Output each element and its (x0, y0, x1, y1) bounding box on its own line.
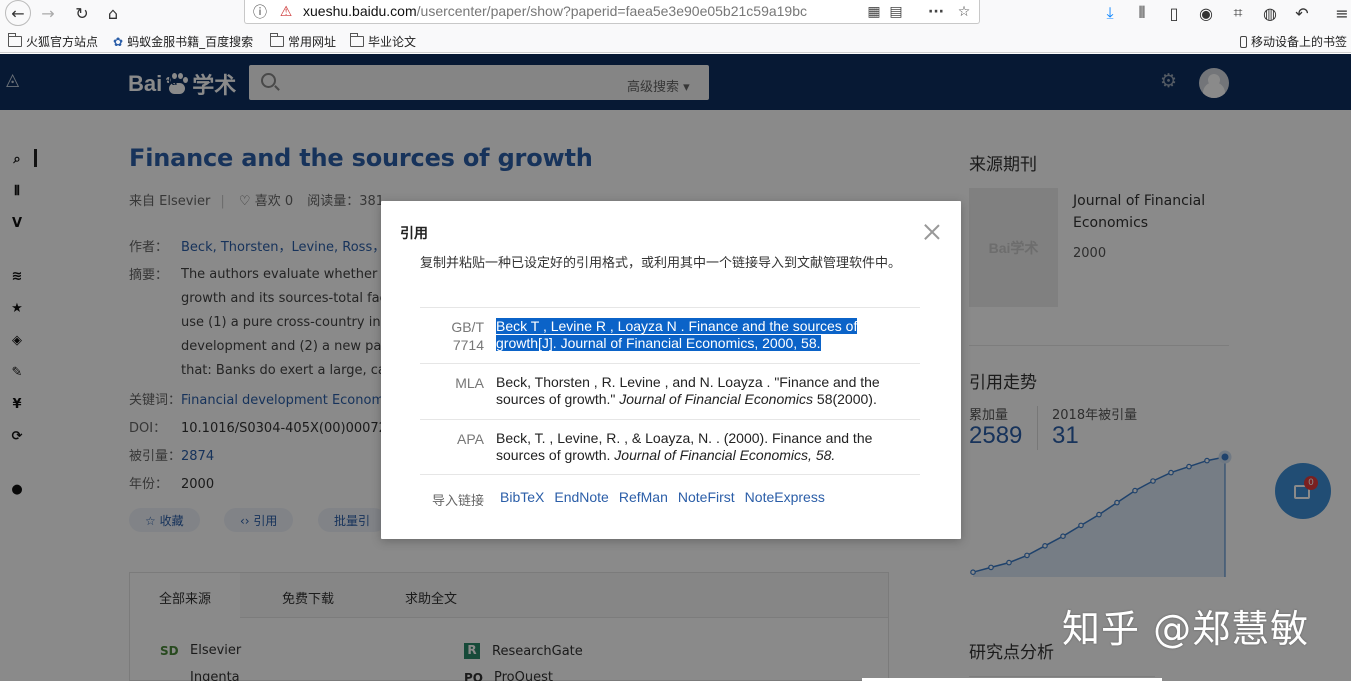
bookmark-link[interactable]: ✿ 蚂蚁金服书籍_百度搜索 (113, 33, 253, 50)
undo-icon[interactable]: ↶ (1290, 2, 1314, 24)
bookmark-folder[interactable]: 火狐官方站点 (8, 33, 98, 50)
citation-row-mla: MLA Beck, Thorsten , R. Levine , and N. … (420, 363, 920, 419)
bookmark-label: 火狐官方站点 (26, 35, 99, 49)
citation-row-gbt: GB/T 7714 Beck T , Levine R , Loayza N .… (420, 307, 920, 363)
citation-part: 58(2000). (813, 391, 877, 407)
page: ◬ Bai du 学术 高级搜索 ▾ ⚙ ⌕ ⫴ V ≋ ★ ◈ ✎ ¥ ⟳ ●… (0, 54, 1351, 681)
bookmarks-bar: 火狐官方站点 ✿ 蚂蚁金服书籍_百度搜索 常用网址 毕业论文 移动设备上的书签 (0, 28, 1351, 53)
forward-icon[interactable]: → (36, 2, 60, 24)
folder-icon (350, 33, 364, 47)
home-icon[interactable]: ⌂ (101, 2, 125, 24)
crop-icon[interactable]: ⌗ (1226, 2, 1250, 24)
noteexpress-link[interactable]: NoteExpress (745, 489, 825, 505)
library-icon[interactable]: ⫴ (1130, 2, 1154, 24)
citation-journal: Journal of Financial Economics, 58. (614, 447, 836, 463)
bibtex-link[interactable]: BibTeX (500, 489, 544, 505)
insecure-lock-icon[interactable]: ⚠ (277, 3, 295, 21)
bookmark-folder[interactable]: 常用网址 (270, 33, 336, 50)
url-text[interactable]: xueshu.baidu.com/usercenter/paper/show?p… (303, 3, 838, 19)
qr-code-icon[interactable]: ▦ (865, 3, 883, 21)
sidebar-icon[interactable]: ▯ (1162, 2, 1186, 24)
citation-modal: 引用 复制并粘贴一种已设定好的引用格式，或利用其中一个链接导入到文献管理软件中。… (381, 201, 961, 539)
download-icon[interactable]: ⤓ (1098, 2, 1122, 24)
citation-text[interactable]: Beck, Thorsten , R. Levine , and N. Loay… (496, 374, 916, 408)
mobile-bookmarks[interactable]: 移动设备上的书签 (1240, 33, 1347, 50)
citation-format: APA (457, 431, 484, 447)
folder-icon (8, 33, 22, 47)
phone-icon (1240, 35, 1247, 48)
citation-format: GB/T 7714 (451, 319, 484, 353)
paw-icon: ✿ (113, 34, 124, 49)
refman-link[interactable]: RefMan (619, 489, 668, 505)
citation-journal: Journal of Financial Economics (619, 391, 814, 407)
menu-icon[interactable]: ≡ (1330, 2, 1351, 24)
modal-description: 复制并粘贴一种已设定好的引用格式，或利用其中一个链接导入到文献管理软件中。 (420, 256, 902, 271)
bookmark-label: 常用网址 (288, 35, 337, 49)
browser-toolbar: ← → ↻ ⌂ ⓘ ⚠ xueshu.baidu.com/usercenter/… (0, 0, 1351, 28)
folder-icon (270, 33, 284, 47)
bookmark-star-icon[interactable]: ☆ (955, 3, 973, 21)
import-label: 导入链接 (432, 494, 485, 509)
reader-view-icon[interactable]: ▤ (887, 3, 905, 21)
url-path: /usercenter/paper/show?paperid=faea5e3e9… (416, 3, 808, 19)
modal-title: 引用 (400, 226, 428, 242)
citation-text[interactable]: Beck, T. , Levine, R. , & Loayza, N. . (… (496, 430, 916, 464)
info-icon[interactable]: ⓘ (251, 3, 269, 21)
endnote-link[interactable]: EndNote (554, 489, 608, 505)
bookmark-label: 蚂蚁金服书籍_百度搜索 (127, 35, 254, 49)
citation-format: MLA (455, 375, 484, 391)
reload-icon[interactable]: ↻ (70, 2, 94, 24)
url-host: xueshu.baidu.com (303, 3, 417, 19)
import-links: BibTeX EndNote RefMan NoteFirst NoteExpr… (500, 489, 825, 505)
chat-icon[interactable]: ◍ (1258, 2, 1282, 24)
notefirst-link[interactable]: NoteFirst (678, 489, 735, 505)
citation-text[interactable]: Beck T , Levine R , Loayza N . Finance a… (496, 318, 916, 352)
url-bar[interactable]: ⓘ ⚠ xueshu.baidu.com/usercenter/paper/sh… (244, 0, 980, 24)
citation-row-apa: APA Beck, T. , Levine, R. , & Loayza, N.… (420, 419, 920, 475)
bookmark-label: 毕业论文 (368, 35, 417, 49)
account-icon[interactable]: ◉ (1194, 2, 1218, 24)
back-icon[interactable]: ← (5, 0, 31, 26)
close-icon[interactable] (922, 222, 942, 242)
bookmark-label: 移动设备上的书签 (1251, 35, 1348, 49)
bookmark-folder[interactable]: 毕业论文 (350, 33, 416, 50)
page-actions-icon[interactable]: ··· (927, 3, 945, 21)
watermark: 知乎 @郑慧敏 (1062, 607, 1310, 651)
citation-selected-text[interactable]: Beck T , Levine R , Loayza N . Finance a… (496, 318, 858, 351)
citation-row-divider (420, 474, 920, 475)
